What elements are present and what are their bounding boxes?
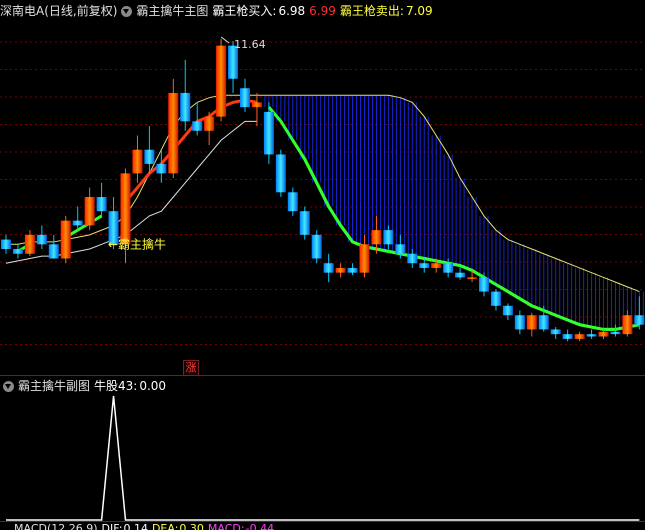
sub-indicator-name[interactable]: 霸主擒牛副图	[18, 376, 90, 396]
buy-label: 霸王枪买入:	[212, 4, 277, 18]
macd-name[interactable]: MACD(12,26,9)	[14, 521, 98, 530]
indicator-menu-icon[interactable]	[121, 5, 133, 17]
macd-dif: 0.14	[123, 522, 148, 530]
zhang-badge[interactable]: 涨	[183, 360, 199, 376]
sub-value: 0.00	[139, 379, 167, 393]
macd-value: -0.44	[245, 522, 275, 530]
sub-signal-line	[6, 395, 640, 521]
macd-label: MACD:	[207, 522, 245, 530]
main-indicator-name[interactable]: 霸主擒牛主图	[136, 1, 208, 21]
macd-header: MACD(12,26,9) DIF: 0.14 DEA: 0.30 MACD: …	[0, 521, 278, 530]
main-header: 深南电A(日线,前复权) 霸主擒牛主图 霸王枪买入: 6.98 6.99 霸王枪…	[0, 1, 437, 21]
macd-dea: 0.30	[179, 522, 204, 530]
buy-value: 6.98	[278, 4, 306, 18]
sub-header: 霸主擒牛副图 牛股43: 0.00	[0, 376, 170, 396]
sell-value: 7.09	[405, 4, 433, 18]
sub-indicator-menu-icon[interactable]	[3, 380, 14, 392]
macd-dif-label: DIF:	[101, 522, 123, 530]
stock-title: 深南电A(日线,前复权)	[0, 4, 118, 18]
sell-label: 霸王枪卖出:	[339, 4, 404, 18]
sub-chart[interactable]	[0, 0, 645, 530]
sub-value-label: 牛股43:	[94, 379, 138, 393]
macd-dea-label: DEA:	[151, 522, 179, 530]
mid-value: 6.99	[309, 4, 336, 18]
